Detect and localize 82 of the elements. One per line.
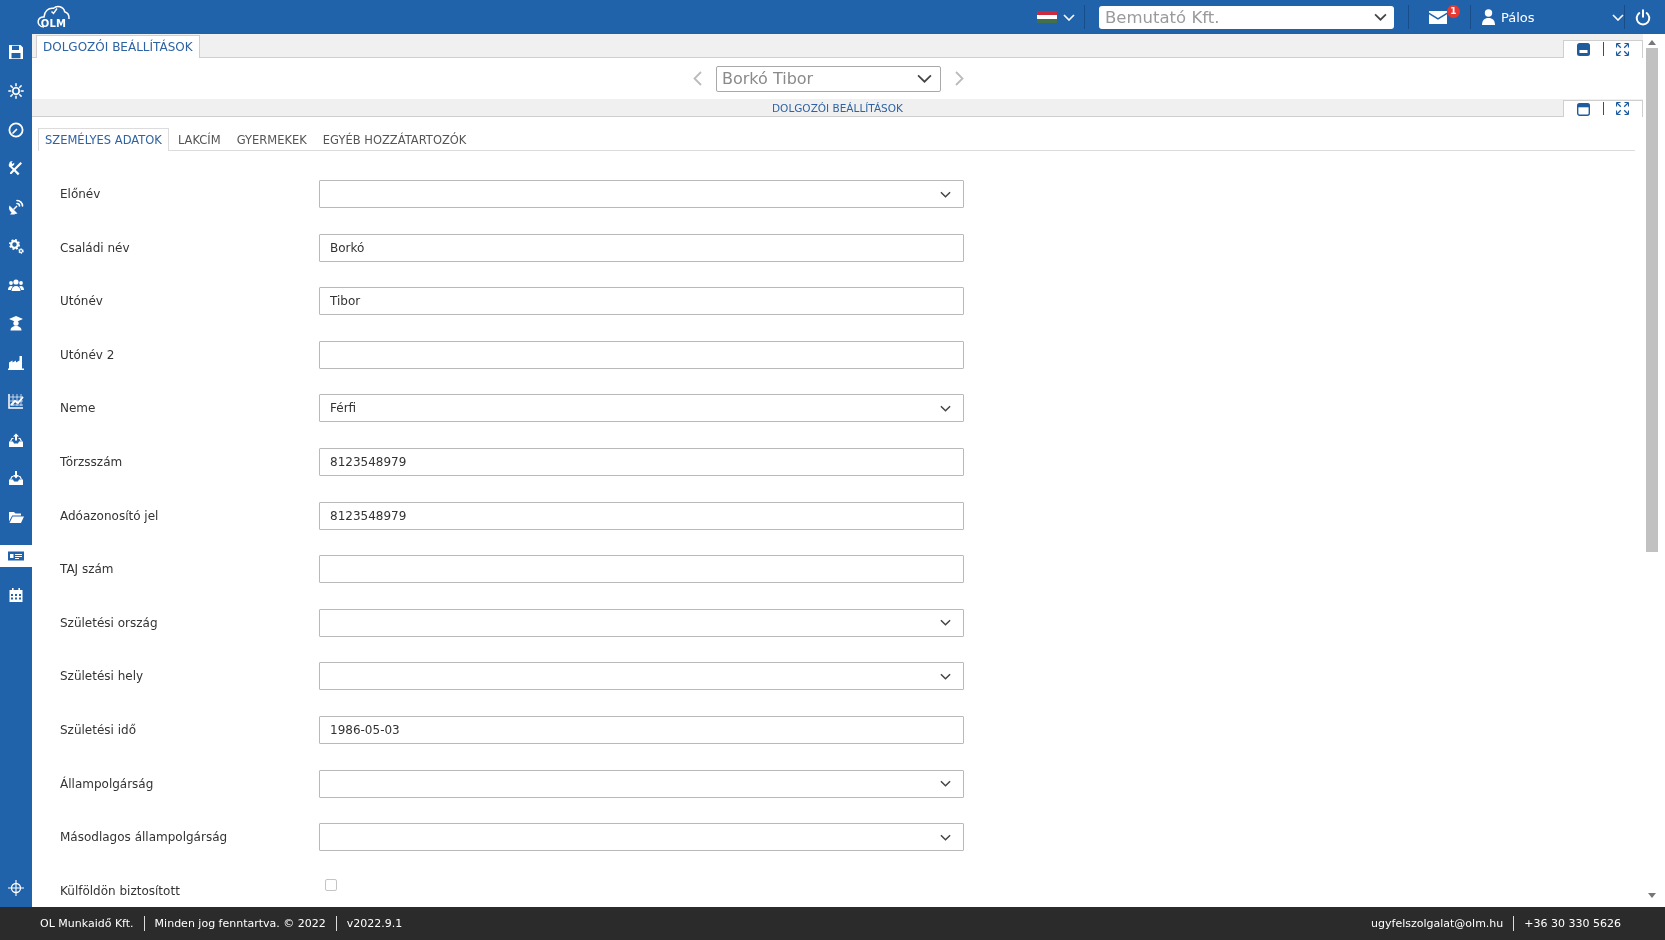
chevron-down-icon bbox=[940, 672, 951, 680]
chevron-down-icon bbox=[1612, 13, 1624, 21]
tray-upload-icon bbox=[8, 431, 24, 448]
chevron-down-icon bbox=[1374, 13, 1387, 21]
checkbox[interactable] bbox=[325, 878, 337, 891]
user-menu[interactable]: Pálos bbox=[1482, 5, 1624, 29]
window-tab[interactable]: DOLGOZÓI BEÁLLÍTÁSOK bbox=[36, 35, 200, 58]
save-icon bbox=[8, 44, 24, 60]
tools-icon bbox=[8, 160, 24, 177]
sidebar-item[interactable] bbox=[0, 544, 32, 567]
field-label: Előnév bbox=[60, 187, 102, 201]
notification-count: 1 bbox=[1447, 5, 1460, 18]
chevron-down-icon bbox=[940, 190, 951, 198]
field-label: TAJ szám bbox=[60, 562, 115, 577]
chevron-down-icon bbox=[1063, 13, 1075, 21]
field-label: Születési hely bbox=[60, 669, 145, 684]
tab[interactable]: EGYÉB HOZZÁTARTOZÓK bbox=[315, 128, 474, 151]
phone-number: +36 30 330 5626 bbox=[1524, 917, 1621, 930]
text-field[interactable]: Tibor bbox=[319, 287, 964, 316]
select-field[interactable] bbox=[319, 823, 964, 852]
graduate-icon bbox=[8, 315, 24, 332]
gears-icon bbox=[8, 237, 24, 254]
field-label: Neme bbox=[60, 401, 97, 416]
field-label: Születési ország bbox=[60, 615, 159, 630]
sun-icon bbox=[8, 82, 24, 99]
text-field[interactable]: Borkó bbox=[319, 233, 964, 262]
email-address: ugyfelszolgalat@olm.hu bbox=[1371, 917, 1504, 930]
users-icon bbox=[8, 276, 24, 293]
text-field[interactable]: 1986-05-03 bbox=[319, 715, 964, 744]
copyright-text: Minden jog fenntartva. © 2022 bbox=[154, 917, 326, 930]
field-label: Születési idő bbox=[60, 722, 138, 737]
field-label: Másodlagos állampolgárság bbox=[60, 830, 229, 845]
tab[interactable]: GYERMEKEK bbox=[229, 128, 314, 151]
expand-icon[interactable] bbox=[1616, 42, 1630, 56]
tab[interactable]: SZEMÉLYES ADATOK bbox=[38, 128, 169, 151]
factory-icon bbox=[8, 354, 24, 370]
clock-icon bbox=[8, 121, 24, 138]
mail-button[interactable]: 1 bbox=[1429, 5, 1460, 29]
scrollbar-thumb[interactable] bbox=[1646, 48, 1658, 552]
field-label: Utónév bbox=[60, 294, 104, 309]
crosshair-icon[interactable] bbox=[8, 880, 24, 896]
folder-icon bbox=[8, 509, 24, 525]
tray-download-icon bbox=[8, 470, 24, 487]
satellite-dish-icon bbox=[8, 199, 24, 215]
chevron-down-icon bbox=[940, 833, 951, 841]
chart-icon bbox=[8, 392, 24, 409]
field-label: Adóazonosító jel bbox=[60, 508, 160, 523]
expand-icon[interactable] bbox=[1616, 102, 1630, 115]
user-icon bbox=[1482, 9, 1495, 25]
text-field[interactable] bbox=[319, 555, 964, 584]
select-field[interactable] bbox=[319, 769, 964, 798]
chevron-down-icon bbox=[940, 619, 951, 627]
text-field[interactable] bbox=[319, 340, 964, 369]
field-label: Utónév 2 bbox=[60, 347, 116, 362]
window-icon[interactable] bbox=[1576, 43, 1590, 56]
flag-icon bbox=[1037, 11, 1057, 23]
version-text: v2022.9.1 bbox=[346, 917, 403, 930]
panel-title: DOLGOZÓI BEÁLLÍTÁSOK bbox=[772, 101, 903, 114]
select-field[interactable] bbox=[319, 180, 964, 208]
logo[interactable]: OLM bbox=[36, 1, 71, 33]
chevron-down-icon bbox=[917, 74, 932, 83]
field-label: Külföldön biztosított bbox=[60, 883, 181, 898]
field-label: Törzsszám bbox=[60, 454, 124, 469]
chevron-down-icon bbox=[940, 404, 951, 412]
text-field[interactable]: 8123548979 bbox=[319, 447, 964, 476]
power-icon[interactable] bbox=[1635, 8, 1651, 26]
envelope-icon bbox=[1429, 10, 1447, 24]
language-button[interactable] bbox=[1037, 11, 1075, 23]
arrow-down-icon[interactable] bbox=[1648, 893, 1656, 898]
field-label: Állampolgárság bbox=[60, 776, 155, 791]
employee-select[interactable]: Borkó Tibor bbox=[716, 65, 941, 92]
company-name: OL Munkaidő Kft. bbox=[40, 917, 134, 930]
chevron-down-icon bbox=[940, 780, 951, 788]
select-field[interactable]: Férfi bbox=[319, 394, 964, 423]
field-label: Családi név bbox=[60, 240, 131, 255]
select-field[interactable] bbox=[319, 662, 964, 691]
arrow-up-icon[interactable] bbox=[1648, 40, 1656, 45]
tab[interactable]: LAKCÍM bbox=[170, 128, 228, 151]
text-field[interactable]: 8123548979 bbox=[319, 501, 964, 530]
window-icon[interactable] bbox=[1576, 102, 1590, 116]
calendar-icon bbox=[8, 586, 24, 603]
select-field[interactable] bbox=[319, 608, 964, 637]
